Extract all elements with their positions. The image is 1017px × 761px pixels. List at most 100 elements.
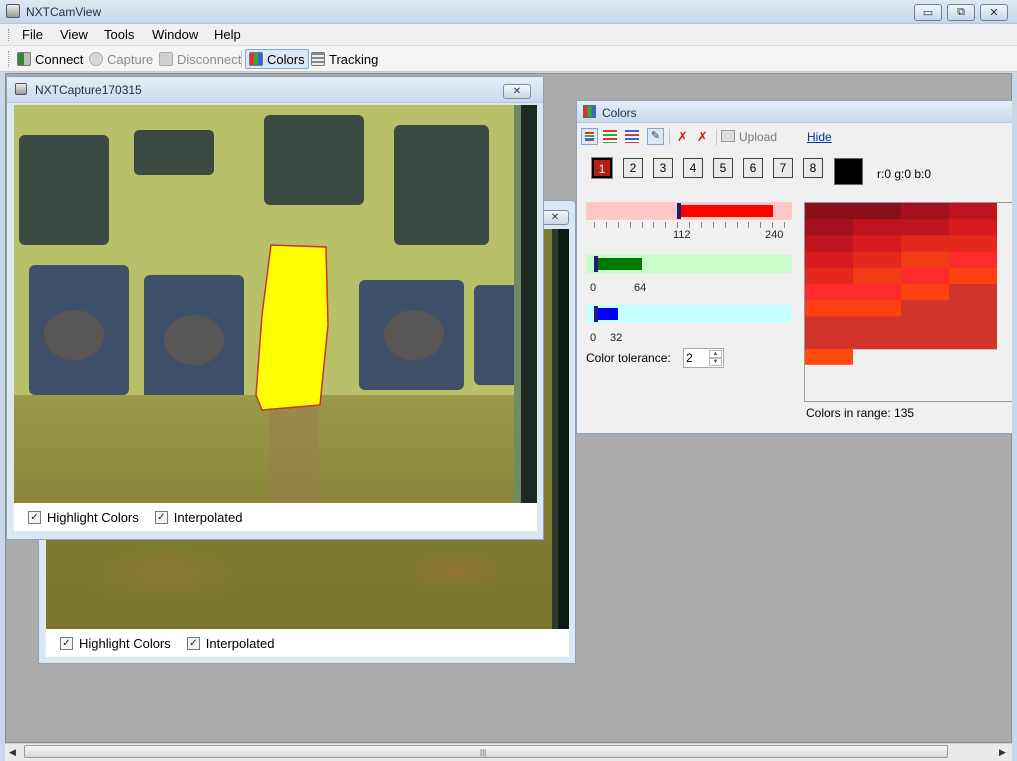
color-slot-7[interactable]: 7 (773, 158, 793, 178)
scroll-left-icon[interactable]: ◀ (9, 747, 16, 758)
grid-cell (805, 267, 853, 285)
grid-cell (901, 284, 949, 301)
blue-min-value: 0 (590, 332, 597, 344)
hide-link[interactable]: Hide (807, 130, 832, 144)
connect-button[interactable]: Connect (14, 49, 86, 69)
blue-track (586, 305, 792, 323)
red-min-thumb[interactable] (677, 203, 681, 219)
toolbar: Connect Capture Disconnect Colors Tracki… (0, 46, 1017, 72)
close-button[interactable]: ✕ (980, 4, 1008, 21)
slider-tick (724, 222, 726, 228)
grid-cell (949, 316, 997, 334)
blue-min-thumb[interactable] (594, 306, 598, 322)
slider-tick (641, 222, 643, 228)
menu-file[interactable]: File (22, 27, 43, 42)
disconnect-icon (159, 52, 173, 66)
spin-down-icon[interactable]: ▼ (709, 358, 722, 366)
red-range-fill (677, 205, 773, 217)
clear-all-icon[interactable]: ✗ (697, 129, 708, 145)
disconnect-label: Disconnect (177, 51, 242, 67)
color-slot-6[interactable]: 6 (743, 158, 763, 178)
camera-icon (89, 52, 103, 66)
restore-button[interactable]: ⧉ (947, 4, 975, 21)
interpolated-checkbox[interactable]: ✓ (154, 510, 168, 524)
grid-cell (805, 284, 853, 301)
window-icon (15, 83, 27, 95)
interpolated-checkbox[interactable]: ✓ (186, 636, 200, 650)
slider-tick (784, 222, 785, 228)
close-icon[interactable]: ✕ (503, 84, 531, 99)
toolbar-grip (8, 51, 10, 67)
slider-tick (594, 222, 595, 228)
palette-icon (583, 105, 596, 118)
menu-help[interactable]: Help (214, 27, 241, 42)
menu-bar: File View Tools Window Help (0, 24, 1017, 46)
close-icon[interactable]: ✕ (541, 210, 569, 225)
minimize-button[interactable]: ▭ (914, 4, 942, 21)
blue-max-value: 32 (610, 332, 623, 344)
tracking-icon (311, 52, 325, 66)
menu-tools[interactable]: Tools (104, 27, 134, 42)
slider-tick (629, 222, 631, 228)
tolerance-stepper[interactable]: ▲ ▼ (683, 348, 724, 368)
grid-cell (805, 219, 853, 236)
grid-cell (853, 267, 901, 285)
grid-cell (853, 316, 901, 334)
slider-tick (760, 222, 762, 228)
color-add-icon[interactable] (603, 130, 617, 143)
green-min-thumb[interactable] (594, 256, 598, 272)
colors-title-bar: Colors (577, 101, 1012, 123)
tolerance-input[interactable] (686, 351, 708, 365)
grid-cell (853, 332, 901, 350)
color-slot-4[interactable]: 4 (683, 158, 703, 178)
colors-label: Colors (267, 51, 305, 67)
grid-cell (949, 300, 997, 317)
tracking-button[interactable]: Tracking (308, 49, 381, 69)
grid-cell (901, 316, 949, 334)
grip-icon: ||| (480, 748, 487, 757)
grid-cell (901, 203, 949, 220)
color-slot-5[interactable]: 5 (713, 158, 733, 178)
colors-in-range: Colors in range: 135 (806, 406, 915, 420)
scroll-thumb[interactable]: ||| (24, 745, 948, 758)
interpolated-label: Interpolated (173, 509, 243, 525)
toolbar-separator (241, 50, 242, 68)
grid-cell (949, 203, 997, 220)
grid-cell (949, 284, 997, 301)
slider-tick (617, 222, 619, 228)
colors-title: Colors (602, 106, 637, 120)
grid-cell (901, 219, 949, 236)
grid-cell (853, 203, 901, 220)
app-title-bar: NXTCamView ▭ ⧉ ✕ (0, 0, 1017, 24)
color-remove-icon[interactable] (625, 130, 639, 143)
camera-image[interactable] (14, 105, 537, 503)
spin-up-icon[interactable]: ▲ (709, 350, 722, 358)
grid-cell (949, 267, 997, 285)
disconnect-button[interactable]: Disconnect (156, 49, 244, 69)
green-min-value: 0 (590, 282, 597, 294)
color-slot-8[interactable]: 8 (803, 158, 823, 178)
colors-button[interactable]: Colors (245, 49, 309, 69)
grid-cell (901, 251, 949, 269)
grid-cell (901, 300, 949, 317)
color-slot-1[interactable]: 1 (591, 157, 613, 179)
grid-cell (805, 316, 853, 334)
color-slot-2[interactable]: 2 (623, 158, 643, 178)
palette-icon (249, 52, 263, 66)
clear-color-icon[interactable]: ✗ (677, 129, 688, 145)
highlight-colors-label: Highlight Colors (79, 635, 171, 651)
upload-button[interactable]: Upload (739, 130, 777, 144)
capture-title: NXTCapture170315 (35, 83, 142, 97)
menu-view[interactable]: View (60, 27, 88, 42)
highlight-colors-checkbox[interactable]: ✓ (60, 636, 73, 650)
color-slot-3[interactable]: 3 (653, 158, 673, 178)
color-swatch[interactable] (834, 158, 863, 185)
menu-window[interactable]: Window (152, 27, 198, 42)
edit-color-icon[interactable]: ✎ (647, 128, 664, 145)
capture-button[interactable]: Capture (86, 49, 156, 69)
highlight-colors-checkbox[interactable]: ✓ (28, 510, 41, 524)
rgb-readout: r:0 g:0 b:0 (877, 167, 932, 181)
scroll-right-icon[interactable]: ▶ (999, 747, 1006, 758)
grid-cell (901, 332, 949, 350)
color-list-icon[interactable] (581, 128, 598, 145)
